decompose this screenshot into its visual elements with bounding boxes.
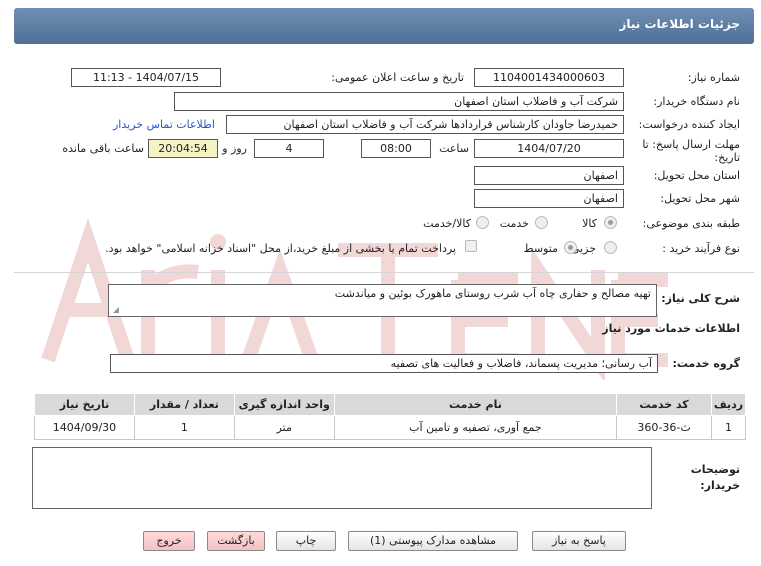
creator-field[interactable]: حمیدرضا جاودان کارشناس قراردادها شرکت آب… (226, 115, 624, 134)
services-table: ردیف کد خدمت نام خدمت واحد اندازه گیری ت… (34, 393, 746, 440)
province-field[interactable]: اصفهان (474, 166, 624, 185)
deadline-label: مهلت ارسال پاسخ: تا (642, 138, 740, 151)
resize-grip-icon[interactable]: ◢ (111, 306, 119, 314)
time-label: ساعت (439, 142, 469, 155)
category-option-service: خدمت (499, 217, 529, 230)
need-number-label: شماره نیاز: (687, 71, 740, 84)
summary-label: شرح کلی نیاز: (661, 292, 740, 305)
days-label: روز و (222, 142, 247, 155)
creator-label: ایجاد کننده درخواست: (638, 118, 740, 131)
back-button[interactable]: بازگشت (207, 531, 265, 551)
city-label: شهر محل تحویل: (660, 192, 740, 205)
process-radio-medium[interactable] (564, 241, 577, 254)
buyer-org-label: نام دستگاه خریدار: (653, 95, 740, 108)
summary-textarea[interactable]: تهیه مصالح و حفاری چاه آب شرب روستای ماه… (108, 284, 657, 317)
cell-row-number: 1 (711, 415, 746, 440)
process-option-medium: متوسط (523, 242, 558, 255)
deadline-date-field[interactable]: 1404/07/20 (474, 139, 624, 158)
col-unit: واحد اندازه گیری (233, 393, 335, 416)
contact-buyer-link[interactable]: اطلاعات تماس خریدار (113, 118, 215, 131)
announce-field[interactable]: 1404/07/15 - 11:13 (71, 68, 221, 87)
col-service-code: کد خدمت (616, 393, 713, 416)
services-section-title: اطلاعات خدمات مورد نیاز (602, 322, 740, 335)
view-attachments-button[interactable]: مشاهده مدارک پیوستی (1) (348, 531, 518, 551)
payment-note: پرداخت تمام یا بخشی از مبلغ خرید،از محل … (105, 242, 456, 255)
cell-quantity: 1 (133, 415, 235, 440)
cell-service-code: ث-36-360 (616, 415, 713, 440)
remaining-label: ساعت باقی مانده (62, 142, 144, 155)
print-button[interactable]: چاپ (276, 531, 336, 551)
cell-need-date: 1404/09/30 (34, 415, 135, 440)
remaining-time-field: 20:04:54 (148, 139, 218, 158)
page-header: جزئیات اطلاعات نیاز (14, 8, 754, 44)
treasury-payment-checkbox[interactable] (465, 240, 477, 252)
buyer-notes-label: توضیحات (690, 463, 740, 476)
process-label: نوع فرآیند خرید : (662, 242, 740, 255)
section-divider (14, 272, 754, 273)
exit-button[interactable]: خروج (143, 531, 195, 551)
category-radio-goods[interactable] (604, 216, 617, 229)
summary-text: تهیه مصالح و حفاری چاه آب شرب روستای ماه… (334, 287, 651, 300)
province-label: استان محل تحویل: (653, 169, 740, 182)
col-service-name: نام خدمت (333, 393, 618, 416)
service-group-field[interactable]: آب رسانی؛ مدیریت پسماند، فاضلاب و فعالیت… (110, 354, 658, 373)
col-row-number: ردیف (711, 393, 746, 416)
days-field[interactable]: 4 (254, 139, 324, 158)
service-group-label: گروه خدمت: (672, 357, 740, 370)
category-radio-service[interactable] (535, 216, 548, 229)
buyer-notes-textarea[interactable] (32, 447, 652, 509)
city-field[interactable]: اصفهان (474, 189, 624, 208)
deadline-time-field[interactable]: 08:00 (361, 139, 431, 158)
buyer-notes-label-2: خریدار: (700, 479, 740, 492)
deadline-date-label: تاریخ: (714, 151, 740, 164)
process-radio-minor[interactable] (604, 241, 617, 254)
buyer-org-field[interactable]: شرکت آب و فاضلاب استان اصفهان (174, 92, 624, 111)
col-need-date: تاریخ نیاز (34, 393, 135, 416)
cell-service-name: جمع آوری، تصفیه و تامین آب (333, 415, 618, 440)
table-header-row: ردیف کد خدمت نام خدمت واحد اندازه گیری ت… (34, 393, 746, 416)
category-option-goods-service: کالا/خدمت (423, 217, 471, 230)
table-row[interactable]: 1 ث-36-360 جمع آوری، تصفیه و تامین آب مت… (34, 415, 746, 440)
category-label: طبقه بندی موضوعی: (642, 217, 740, 230)
page-title: جزئیات اطلاعات نیاز (619, 17, 740, 31)
category-radio-goods-service[interactable] (476, 216, 489, 229)
category-option-goods: کالا (582, 217, 597, 230)
reply-button[interactable]: پاسخ به نیاز (532, 531, 626, 551)
announce-label: تاریخ و ساعت اعلان عمومی: (331, 71, 464, 84)
col-quantity: تعداد / مقدار (133, 393, 235, 416)
cell-unit: متر (233, 415, 335, 440)
need-number-field[interactable]: 1104001434000603 (474, 68, 624, 87)
